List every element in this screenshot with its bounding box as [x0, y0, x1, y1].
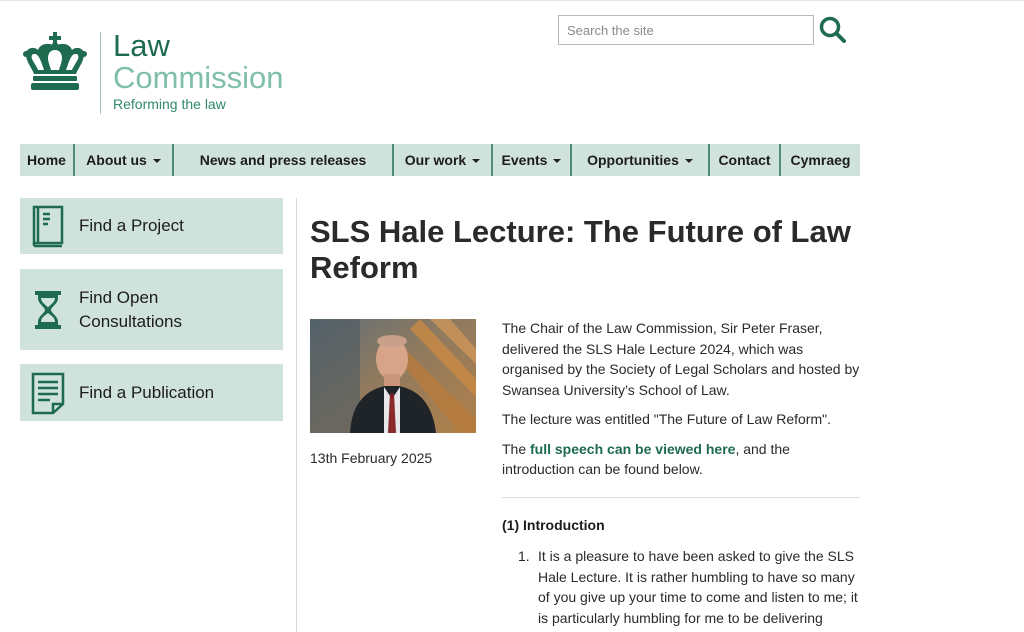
page-title: SLS Hale Lecture: The Future of Law Refo…: [310, 214, 851, 285]
nav-our-work-label: Our work: [404, 152, 467, 168]
nav-events[interactable]: Events: [493, 144, 572, 176]
top-border: [0, 0, 1024, 1]
full-speech-link[interactable]: full speech can be viewed here: [530, 441, 735, 457]
find-project-card[interactable]: Find a Project: [20, 198, 283, 254]
book-icon: [32, 205, 64, 248]
caret-down-icon: [152, 159, 161, 163]
find-publication-card[interactable]: Find a Publication: [20, 364, 283, 421]
nav-our-work[interactable]: Our work: [394, 144, 493, 176]
paragraph-3-pre: The: [502, 440, 531, 457]
nav-home-label: Home: [27, 152, 66, 168]
caret-down-icon: [472, 159, 481, 163]
search-input[interactable]: [558, 15, 814, 45]
logo-tagline: Reforming the law: [113, 96, 226, 112]
crown-icon: [23, 32, 87, 90]
list-item-text: It is a pleasure to have been asked to g…: [538, 548, 858, 626]
paragraph-1: The Chair of the Law Commission, Sir Pet…: [502, 320, 860, 398]
nav-about-us-label: About us: [86, 152, 147, 168]
nav-opportunities-label: Opportunities: [587, 152, 679, 168]
find-project-label: Find a Project: [79, 216, 184, 235]
nav-opportunities[interactable]: Opportunities: [572, 144, 710, 176]
nav-home[interactable]: Home: [20, 144, 75, 176]
numbered-list: 1. It is a pleasure to have been asked t…: [518, 546, 864, 628]
paragraph-3: The full speech can be viewed here, and …: [502, 439, 862, 480]
nav-contact[interactable]: Contact: [710, 144, 781, 176]
nav-contact-label: Contact: [718, 152, 771, 168]
logo-divider: [100, 32, 101, 114]
logo-text-law: Law: [113, 28, 170, 63]
nav-cymraeg-label: Cymraeg: [790, 152, 851, 168]
column-divider: [296, 198, 297, 632]
main-navigation: Home About us News and press releases Ou…: [20, 144, 860, 176]
paragraph-2: The lecture was entitled "The Future of …: [502, 411, 831, 427]
site-logo[interactable]: Law Commission Reforming the law: [20, 30, 320, 120]
find-consultations-line1: Find Open: [79, 287, 159, 307]
nav-events-label: Events: [501, 152, 548, 168]
nav-news[interactable]: News and press releases: [174, 144, 394, 176]
nav-news-label: News and press releases: [199, 152, 367, 168]
nav-cymraeg[interactable]: Cymraeg: [781, 144, 860, 176]
caret-down-icon: [684, 159, 693, 163]
search-button[interactable]: [818, 15, 848, 45]
hourglass-icon: [35, 290, 61, 329]
introduction-heading: (1) Introduction: [502, 517, 605, 533]
search-icon: [819, 16, 846, 43]
find-consultations-line2: Consultations: [79, 311, 183, 331]
logo-text-commission: Commission: [113, 60, 284, 95]
section-divider: [502, 497, 860, 498]
find-consultations-card[interactable]: Find Open Consultations: [20, 269, 283, 350]
document-icon: [31, 372, 65, 414]
article-body: The Chair of the Law Commission, Sir Pet…: [502, 318, 862, 489]
speaker-photo: [310, 319, 476, 433]
publish-date: 13th February 2025: [310, 450, 433, 466]
caret-down-icon: [553, 159, 562, 163]
nav-about-us[interactable]: About us: [75, 144, 174, 176]
find-publication-label: Find a Publication: [79, 382, 215, 402]
find-consultations-label: Find Open Consultations: [79, 286, 182, 334]
list-number: 1.: [518, 548, 530, 564]
